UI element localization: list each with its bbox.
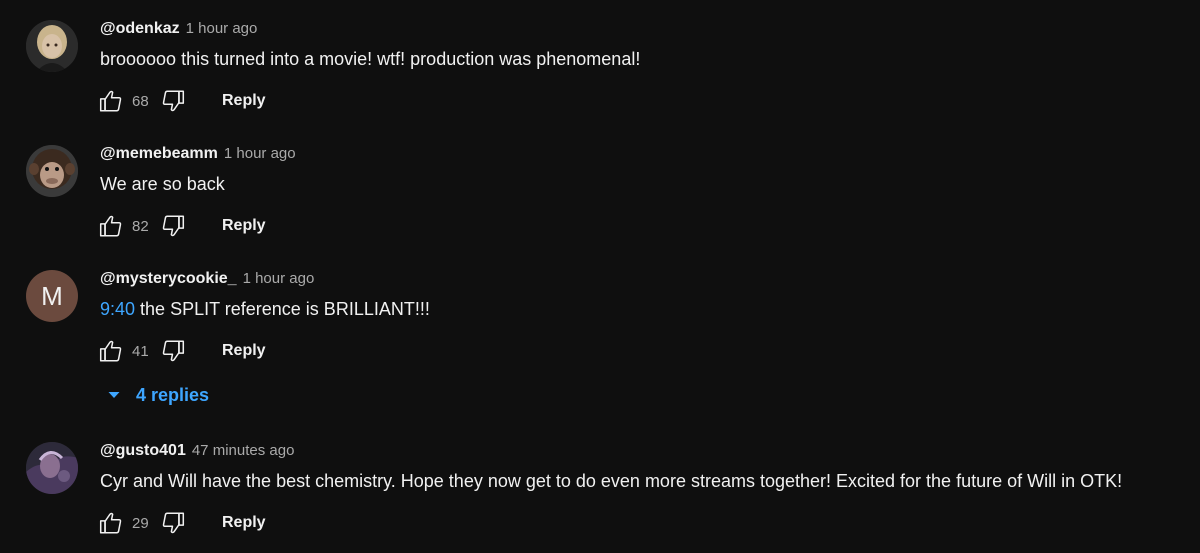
thumbs-up-icon	[99, 512, 122, 534]
comment-time[interactable]: 1 hour ago	[186, 20, 258, 37]
comments-section: @odenkaz 1 hour ago broooooo this turned…	[0, 0, 1200, 553]
thumbs-down-icon	[162, 215, 185, 237]
comment-header: @mysterycookie_ 1 hour ago	[100, 270, 314, 292]
comment-time[interactable]: 1 hour ago	[224, 145, 296, 162]
like-count: 29	[132, 514, 149, 532]
thumbs-up-icon	[99, 90, 122, 112]
comment-text: broooooo this turned into a movie! wtf! …	[100, 49, 641, 69]
comment-actions: 82 Reply	[96, 211, 266, 241]
timestamp-link[interactable]: 9:40	[100, 299, 135, 319]
author-handle[interactable]: @mysterycookie_	[100, 270, 237, 288]
comment-text-body: the SPLIT reference is BRILLIANT!!!	[135, 299, 430, 319]
view-replies-button[interactable]: 4 replies	[106, 382, 209, 408]
comment-actions: 29 Reply	[96, 508, 266, 538]
avatar-letter: M	[26, 270, 78, 322]
comment-actions: 68 Reply	[96, 86, 266, 116]
comment-time[interactable]: 47 minutes ago	[192, 442, 295, 459]
like-button[interactable]	[96, 336, 126, 366]
dislike-button[interactable]	[158, 508, 188, 538]
comment-text: Cyr and Will have the best chemistry. Ho…	[100, 471, 1123, 491]
dislike-button[interactable]	[158, 211, 188, 241]
avatar[interactable]	[26, 442, 78, 494]
author-handle[interactable]: @gusto401	[100, 442, 186, 460]
reply-button[interactable]: Reply	[222, 514, 266, 532]
comment-header: @memebeamm 1 hour ago	[100, 145, 296, 167]
like-button[interactable]	[96, 508, 126, 538]
thumbs-up-icon	[99, 215, 122, 237]
dislike-button[interactable]	[158, 336, 188, 366]
author-handle[interactable]: @memebeamm	[100, 145, 218, 163]
comment-text: 9:40 the SPLIT reference is BRILLIANT!!!	[100, 299, 430, 320]
comment-header: @gusto401 47 minutes ago	[100, 442, 294, 464]
caret-down-icon	[108, 392, 120, 398]
comment-text: We are so back	[100, 174, 225, 194]
dislike-button[interactable]	[158, 86, 188, 116]
comment-header: @odenkaz 1 hour ago	[100, 20, 257, 42]
like-count: 68	[132, 92, 149, 110]
comment-actions: 41 Reply	[96, 336, 266, 366]
thumbs-up-icon	[99, 340, 122, 362]
avatar[interactable]: M	[26, 270, 78, 322]
avatar[interactable]	[26, 20, 78, 72]
thumbs-down-icon	[162, 512, 185, 534]
comment-time[interactable]: 1 hour ago	[243, 270, 315, 287]
comment-thread: @gusto401 47 minutes ago Cyr and Will ha…	[0, 442, 1200, 542]
like-count: 82	[132, 217, 149, 235]
reply-button[interactable]: Reply	[222, 92, 266, 110]
like-button[interactable]	[96, 86, 126, 116]
reply-button[interactable]: Reply	[222, 217, 266, 235]
author-handle[interactable]: @odenkaz	[100, 20, 180, 38]
avatar[interactable]	[26, 145, 78, 197]
comment-thread: @odenkaz 1 hour ago broooooo this turned…	[0, 20, 1200, 120]
thumbs-down-icon	[162, 90, 185, 112]
thumbs-down-icon	[162, 340, 185, 362]
like-count: 41	[132, 342, 149, 360]
reply-button[interactable]: Reply	[222, 342, 266, 360]
like-button[interactable]	[96, 211, 126, 241]
replies-count-label: 4 replies	[136, 384, 210, 405]
comment-thread: @memebeamm 1 hour ago We are so back 82 …	[0, 145, 1200, 245]
